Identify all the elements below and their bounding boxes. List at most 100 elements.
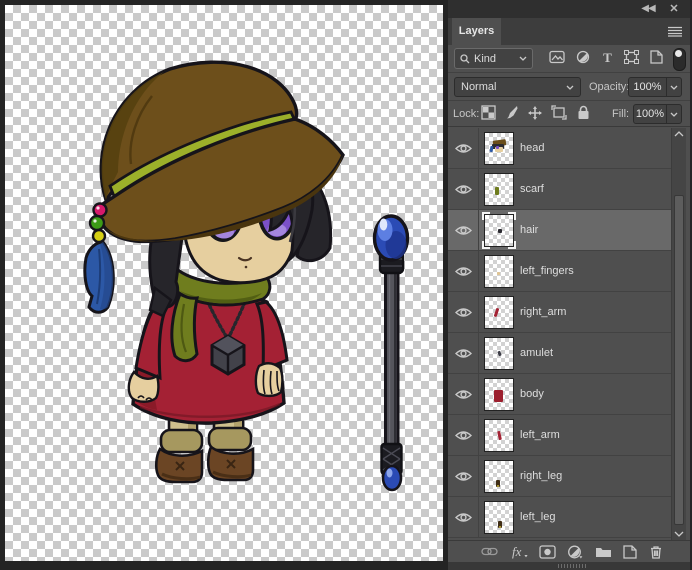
fill-value[interactable]: 100% — [634, 105, 666, 123]
staff-illustration — [372, 214, 410, 492]
new-adjustment-layer-icon[interactable] — [567, 545, 584, 560]
lock-transparent-pixels-icon[interactable] — [481, 105, 496, 120]
fill-label: Fill: — [612, 108, 630, 120]
delete-layer-trash-icon[interactable] — [649, 545, 663, 559]
lock-label: Lock: — [453, 108, 480, 120]
blend-row: Normal Opacity: 100% — [448, 73, 690, 101]
layer-visibility-eye-icon[interactable] — [448, 292, 479, 332]
layer-thumbnail[interactable] — [484, 173, 514, 206]
character-artwork — [83, 60, 410, 492]
filter-kind-dropdown[interactable]: Kind — [454, 48, 533, 69]
layer-row[interactable]: left_arm — [448, 415, 671, 456]
layers-toolbar: fx — [448, 540, 690, 562]
thumbnail-sprite-mark — [497, 430, 502, 441]
layer-thumbnail[interactable] — [484, 132, 514, 165]
thumbnail-sprite-mark — [497, 272, 500, 275]
thumbnail-sprite-mark — [497, 485, 499, 487]
tab-layers[interactable]: Layers — [452, 18, 501, 45]
photoshop-window: ◀◀ ✕ Layers Kind T Normal Opacity: 100% … — [0, 0, 692, 570]
chevron-down-icon — [566, 85, 574, 90]
layer-row[interactable]: hair — [448, 210, 671, 251]
layer-visibility-eye-icon[interactable] — [448, 128, 479, 168]
layer-style-fx-icon[interactable]: fx — [510, 543, 530, 560]
shape-layers-filter-icon[interactable] — [624, 50, 639, 64]
layer-visibility-eye-icon[interactable] — [448, 251, 479, 291]
layer-thumbnail[interactable] — [484, 255, 514, 288]
layer-name: right_arm — [520, 306, 567, 318]
lock-image-pixels-brush-icon[interactable] — [504, 105, 519, 120]
chevron-down-icon[interactable] — [666, 78, 681, 96]
layer-thumbnail[interactable] — [484, 337, 514, 370]
selection-corner-bracket — [482, 212, 490, 220]
type-layers-filter-icon[interactable]: T — [601, 50, 614, 64]
panel-menu-icon[interactable] — [667, 26, 683, 37]
smart-objects-filter-icon[interactable] — [650, 50, 663, 64]
adjustment-layers-filter-icon[interactable] — [576, 50, 590, 64]
scroll-up-icon[interactable] — [672, 131, 686, 137]
layer-thumbnail[interactable] — [484, 501, 514, 534]
layer-row[interactable]: scarf — [448, 169, 671, 210]
selection-corner-bracket — [482, 241, 490, 249]
layer-row[interactable]: left_leg — [448, 497, 671, 538]
layer-name: right_leg — [520, 470, 563, 482]
layer-row[interactable]: left_fingers — [448, 251, 671, 292]
scroll-down-icon[interactable] — [672, 531, 686, 537]
new-group-folder-icon[interactable] — [595, 545, 612, 558]
layer-name: left_leg — [520, 511, 556, 523]
layer-name: body — [520, 388, 544, 400]
layers-panel: ◀◀ ✕ Layers Kind T Normal Opacity: 100% … — [448, 0, 692, 570]
new-layer-icon[interactable] — [623, 545, 637, 559]
layer-visibility-eye-icon[interactable] — [448, 169, 479, 209]
thumbnail-sprite-mark — [489, 145, 494, 153]
layer-name: hair — [520, 224, 539, 236]
lock-position-move-icon[interactable] — [527, 105, 543, 121]
lock-artboard-nesting-icon[interactable] — [551, 105, 567, 120]
layer-thumbnail[interactable] — [484, 296, 514, 329]
layer-name: scarf — [520, 183, 544, 195]
resize-grip-icon[interactable] — [558, 564, 588, 568]
layer-thumbnail[interactable] — [484, 460, 514, 493]
close-panel-icon[interactable]: ✕ — [666, 3, 682, 15]
opacity-label: Opacity: — [589, 81, 630, 93]
layers-scrollbar[interactable] — [671, 128, 686, 540]
thumbnail-sprite-mark — [495, 187, 499, 195]
chevron-down-icon[interactable] — [666, 105, 681, 123]
layer-visibility-eye-icon[interactable] — [448, 497, 479, 537]
layer-row[interactable]: amulet — [448, 333, 671, 374]
layer-visibility-eye-icon[interactable] — [448, 333, 479, 373]
thumbnail-sprite-mark — [499, 526, 501, 528]
thumbnail-sprite-mark — [498, 229, 502, 233]
blend-mode-dropdown[interactable]: Normal — [454, 77, 581, 97]
layer-row[interactable]: body — [448, 374, 671, 415]
layer-row[interactable]: right_arm — [448, 292, 671, 333]
opacity-value[interactable]: 100% — [629, 78, 666, 96]
layer-visibility-eye-icon[interactable] — [448, 374, 479, 414]
filter-row: Kind T — [448, 45, 690, 73]
layer-name: head — [520, 142, 545, 154]
document-canvas[interactable] — [5, 5, 443, 561]
collapse-to-icons-icon[interactable]: ◀◀ — [640, 3, 656, 15]
pixel-layers-filter-icon[interactable] — [549, 50, 565, 64]
add-layer-mask-icon[interactable] — [539, 545, 556, 559]
link-layers-icon[interactable] — [481, 545, 498, 558]
layer-visibility-eye-icon[interactable] — [448, 210, 479, 250]
filtering-toggle[interactable] — [673, 48, 686, 71]
thumbnail-sprite-mark — [496, 146, 499, 149]
lock-all-padlock-icon[interactable] — [577, 105, 590, 120]
panel-tab-bar: Layers — [448, 18, 690, 45]
opacity-field[interactable]: 100% — [628, 77, 682, 97]
filter-kind-label: Kind — [474, 52, 497, 65]
layer-visibility-eye-icon[interactable] — [448, 456, 479, 496]
layer-row[interactable]: right_leg — [448, 456, 671, 497]
layers-list: head scarf hair left_fingers right_armamulet… — [448, 128, 671, 538]
layer-thumbnail[interactable] — [482, 212, 516, 249]
layer-thumbnail[interactable] — [484, 378, 514, 411]
layer-thumbnail[interactable] — [484, 419, 514, 452]
fill-field[interactable]: 100% — [633, 104, 682, 124]
layer-name: left_arm — [520, 429, 560, 441]
panel-title-strip: ◀◀ ✕ — [448, 0, 690, 18]
thumbnail-sprite-mark — [497, 350, 502, 357]
scrollbar-thumb[interactable] — [674, 195, 684, 525]
layer-visibility-eye-icon[interactable] — [448, 415, 479, 455]
layer-row[interactable]: head — [448, 128, 671, 169]
